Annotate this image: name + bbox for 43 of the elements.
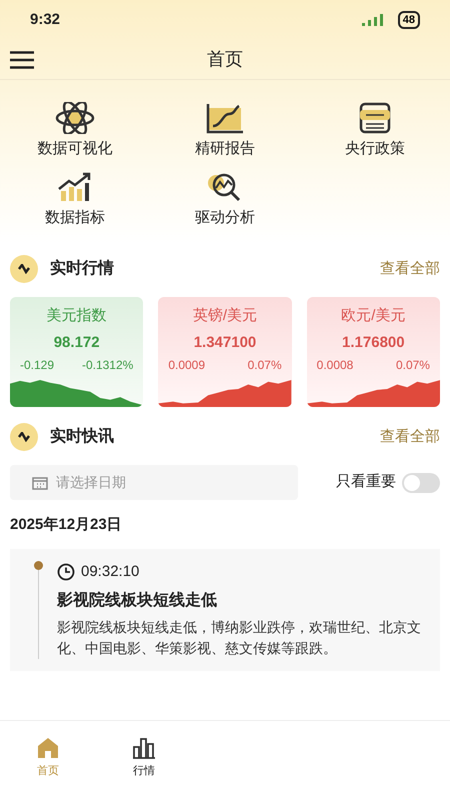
tab-bar-item[interactable]: 行情 <box>96 737 192 780</box>
news-headline: 影视院线板块短线走低 <box>57 590 218 611</box>
quote-percent: 0.07% <box>396 357 430 374</box>
section-title: 实时行情 <box>50 258 114 279</box>
calendar-icon <box>32 476 48 490</box>
quote-change: -0.129 <box>20 357 54 374</box>
news-time: 09:32:10 <box>81 562 140 582</box>
battery-indicator: 48 <box>398 11 420 29</box>
status-time: 9:32 <box>30 10 60 30</box>
line-chart-icon <box>205 102 245 134</box>
quote-price: 1.176800 <box>342 332 405 352</box>
quote-change: 0.0009 <box>168 357 206 374</box>
view-all-link[interactable]: 查看全部 <box>380 426 440 448</box>
quote-name: 英镑/美元 <box>192 306 258 326</box>
quote-price: 1.347100 <box>194 332 256 352</box>
section-title: 实时快讯 <box>50 426 114 447</box>
toggle-switch[interactable] <box>402 472 440 492</box>
important-only-label: 只看重要 <box>336 472 396 492</box>
section-badge-icon <box>10 255 38 283</box>
atom-icon <box>55 102 95 134</box>
view-all-link[interactable]: 查看全部 <box>380 258 440 280</box>
quote-name: 美元指数 <box>46 306 107 326</box>
news-card[interactable]: 09:32:10 影视院线板块短线走低 影视院线板块短线走低，博纳影业跌停，欢瑞世纪、北京文化、中国电影、华策影视、慈文传媒等跟跌。 <box>10 548 440 671</box>
shortcut-item[interactable]: 数据指标 <box>0 170 150 229</box>
news-date: 2025年12月23日 <box>9 515 123 535</box>
shortcut-item[interactable]: 精研报告 <box>150 102 300 160</box>
section-badge-icon <box>10 423 38 451</box>
news-body: 影视院线板块短线走低，博纳影业跌停，欢瑞世纪、北京文化、中国电影、华策影视、慈文传媒等跟跌。 <box>57 618 422 658</box>
shortcut-item[interactable]: 数据可视化 <box>0 102 150 160</box>
menu-icon[interactable] <box>10 50 34 68</box>
quote-change: 0.0008 <box>316 357 354 374</box>
shortcut-item[interactable]: 央行政策 <box>300 102 450 160</box>
date-picker-field[interactable]: 请选择日期 <box>10 465 298 500</box>
date-input[interactable]: 请选择日期 <box>56 472 256 493</box>
bar-chart-icon <box>132 737 156 759</box>
page-title: 首页 <box>207 48 243 71</box>
quote-price: 98.172 <box>54 332 100 352</box>
home-icon <box>36 737 60 759</box>
quote-percent: -0.1312% <box>82 357 134 374</box>
quote-name: 欧元/美元 <box>341 306 406 326</box>
quote-percent: 0.07% <box>248 357 282 374</box>
shortcut-item[interactable]: 驱动分析 <box>150 170 300 229</box>
clock-icon <box>57 562 75 581</box>
